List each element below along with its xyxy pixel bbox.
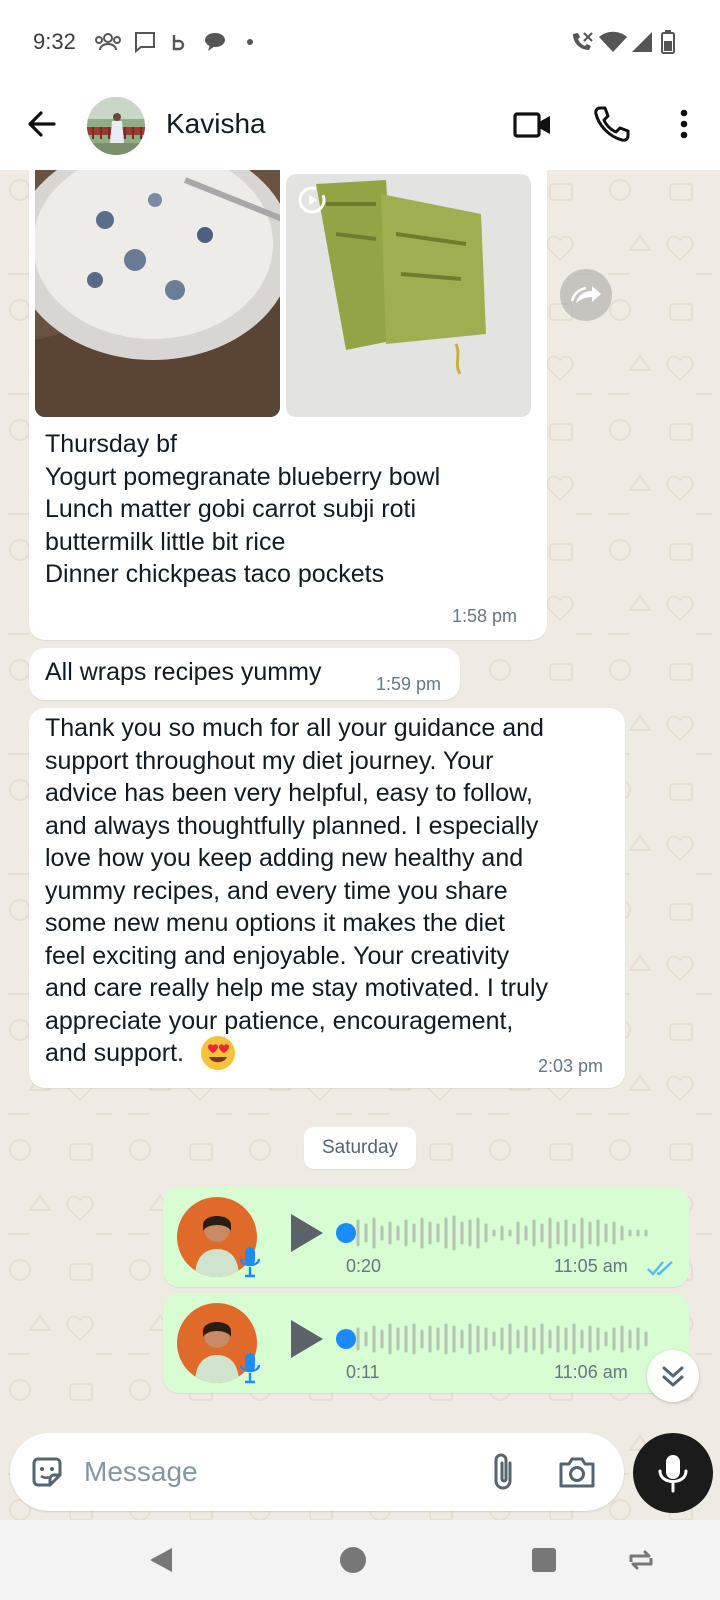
play-icon[interactable] xyxy=(287,1317,327,1361)
message-time: 11:06 am xyxy=(554,1362,628,1382)
voice-duration: 0:20 xyxy=(346,1256,382,1276)
audio-waveform[interactable] xyxy=(336,1319,666,1359)
photo-green-paratha[interactable] xyxy=(286,174,531,417)
contact-name[interactable]: Kavisha xyxy=(166,108,266,140)
forward-icon xyxy=(570,286,601,303)
voice-message-2[interactable]: 0:11 11:06 am xyxy=(163,1293,689,1393)
attachment-icon[interactable] xyxy=(486,1451,520,1493)
b-icon xyxy=(172,35,185,51)
play-icon[interactable] xyxy=(287,1211,327,1255)
audio-waveform[interactable] xyxy=(336,1213,666,1253)
nav-recents-icon[interactable] xyxy=(528,1544,560,1576)
microphone-icon xyxy=(658,1455,688,1493)
date-separator: Saturday xyxy=(304,1127,416,1169)
message-time: 2:03 pm xyxy=(538,1056,604,1076)
message-text: All wraps recipes yummy xyxy=(45,658,322,686)
chat-area[interactable]: Thursday bf Yogurt pomegranate blueberry… xyxy=(0,170,720,1520)
message-text: Thank you so much for all your guidance … xyxy=(45,714,549,1067)
album-caption: Thursday bf Yogurt pomegranate blueberry… xyxy=(45,430,441,588)
voice-duration: 0:11 xyxy=(346,1362,380,1382)
message-time: 1:59 pm xyxy=(376,674,442,694)
system-nav-bar xyxy=(0,1520,720,1600)
contact-avatar[interactable] xyxy=(87,97,145,155)
wifi-call-icon xyxy=(573,32,593,50)
signal-icon xyxy=(632,32,652,52)
more-options-icon[interactable] xyxy=(664,104,704,144)
group-icon xyxy=(95,33,121,51)
dot-icon xyxy=(247,39,253,45)
message-time: 1:58 pm xyxy=(452,606,518,626)
status-time: 9:32 xyxy=(33,29,76,54)
voice-message-1[interactable]: 0:20 11:05 am xyxy=(163,1187,689,1287)
heart-eyes-emoji xyxy=(201,1036,235,1070)
double-chevron-down-icon xyxy=(662,1366,684,1387)
status-bar: 9:32 xyxy=(0,0,720,84)
chat-header: Kavisha xyxy=(0,84,720,170)
message-bubble-thanks[interactable]: Thank you so much for all your guidance … xyxy=(29,708,625,1088)
sticker-emoji-icon[interactable] xyxy=(28,1453,66,1491)
message-input[interactable] xyxy=(84,1447,384,1497)
nav-back-icon[interactable] xyxy=(146,1544,178,1576)
chat-bubble-icon xyxy=(205,33,225,51)
back-arrow-icon[interactable] xyxy=(22,104,62,144)
gif-replay-icon xyxy=(298,186,326,214)
scroll-to-bottom-button[interactable] xyxy=(647,1350,699,1402)
read-receipt-icon xyxy=(647,1261,673,1276)
nav-home-icon[interactable] xyxy=(337,1544,369,1576)
record-voice-button[interactable] xyxy=(633,1433,713,1513)
mic-badge-icon xyxy=(239,1353,261,1384)
message-icon xyxy=(135,32,155,54)
message-composer xyxy=(10,1433,624,1511)
forward-button[interactable] xyxy=(560,269,612,321)
voice-call-icon[interactable] xyxy=(592,104,632,144)
mic-badge-icon xyxy=(239,1247,261,1278)
battery-icon xyxy=(661,30,675,54)
video-call-icon[interactable] xyxy=(512,104,554,146)
message-bubble-album[interactable]: Thursday bf Yogurt pomegranate blueberry… xyxy=(29,170,547,640)
photo-yogurt-bowl[interactable] xyxy=(35,170,280,417)
wifi-icon xyxy=(599,31,627,52)
message-time: 11:05 am xyxy=(554,1256,628,1276)
message-bubble-wraps[interactable]: All wraps recipes yummy 1:59 pm xyxy=(29,648,460,700)
camera-icon[interactable] xyxy=(558,1454,596,1490)
nav-rotate-icon[interactable] xyxy=(625,1544,657,1576)
